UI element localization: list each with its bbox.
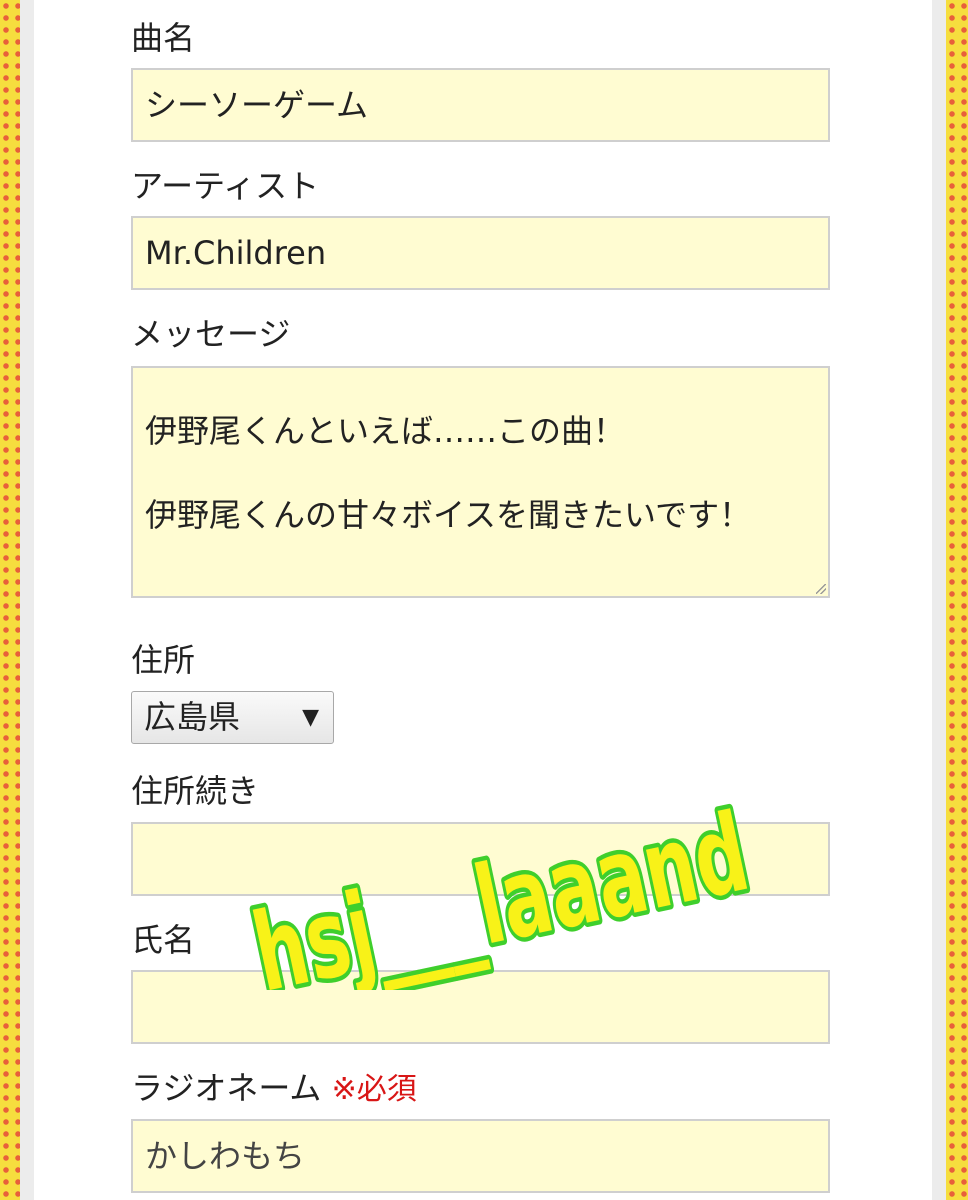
prefecture-selected-value: 広島県 <box>144 698 241 736</box>
radio-name-label: ラジオネーム ※必須 <box>131 1068 417 1110</box>
resize-handle-icon[interactable] <box>816 584 826 594</box>
name-input[interactable] <box>131 970 830 1044</box>
message-textarea[interactable]: 伊野尾くんの歌がとても好きです！ 伊野尾くんといえば……この曲！ 伊野尾くんの甘… <box>131 366 830 598</box>
screen: 曲名 シーソーゲーム アーティスト Mr.Children メッセージ 伊野尾く… <box>0 0 968 1200</box>
song-title-label: 曲名 <box>131 19 196 57</box>
required-badge: ※必須 <box>331 1072 417 1107</box>
prefecture-select[interactable]: 広島県 ▼ <box>131 691 334 744</box>
address-more-input[interactable] <box>131 822 830 896</box>
dropdown-arrow-icon: ▼ <box>302 705 319 730</box>
song-title-input[interactable]: シーソーゲーム <box>131 68 830 142</box>
artist-input[interactable]: Mr.Children <box>131 216 830 290</box>
address-label: 住所 <box>131 641 196 679</box>
radio-name-label-text: ラジオネーム <box>131 1069 322 1107</box>
decorative-border-left <box>0 0 20 1200</box>
artist-label: アーティスト <box>131 167 320 205</box>
message-text: 伊野尾くんの歌がとても好きです！ 伊野尾くんといえば……この曲！ 伊野尾くんの甘… <box>145 412 752 534</box>
radio-name-input[interactable]: かしわもち <box>131 1119 830 1193</box>
decorative-border-right <box>946 0 968 1200</box>
message-label: メッセージ <box>131 315 291 353</box>
name-label: 氏名 <box>131 921 196 959</box>
address-more-label: 住所続き <box>131 772 260 810</box>
